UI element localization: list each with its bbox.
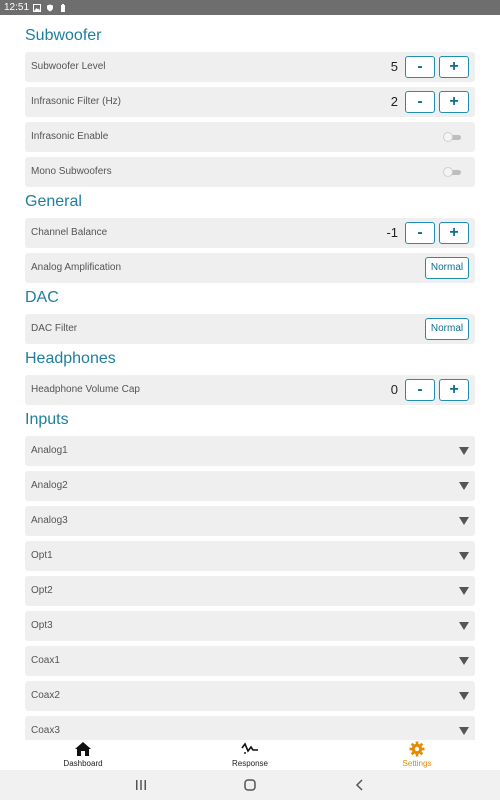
headphone-volume-cap-increase-button[interactable]: + <box>439 379 469 401</box>
subwoofer-level-label: Subwoofer Level <box>31 61 106 72</box>
channel-balance-row: Channel Balance -1 - + <box>25 218 475 248</box>
dropdown-arrow-icon[interactable] <box>459 727 469 735</box>
infrasonic-filter-decrease-button[interactable]: - <box>405 91 435 113</box>
input-label: Coax1 <box>31 655 60 666</box>
infrasonic-enable-label: Infrasonic Enable <box>31 131 109 142</box>
gear-icon <box>409 741 425 757</box>
subwoofer-level-row: Subwoofer Level 5 - + <box>25 52 475 82</box>
battery-icon <box>61 3 66 12</box>
input-row-coax1[interactable]: Coax1 <box>25 646 475 676</box>
headphone-volume-cap-value: 0 <box>390 382 398 397</box>
section-title-headphones: Headphones <box>25 350 116 367</box>
dropdown-arrow-icon[interactable] <box>459 657 469 665</box>
dropdown-arrow-icon[interactable] <box>459 447 469 455</box>
input-label: Coax3 <box>31 725 60 736</box>
dropdown-arrow-icon[interactable] <box>459 692 469 700</box>
infrasonic-filter-row: Infrasonic Filter (Hz) 2 - + <box>25 87 475 117</box>
nav-response-label: Response <box>231 759 269 768</box>
headphone-volume-cap-row: Headphone Volume Cap 0 - + <box>25 375 475 405</box>
dac-filter-label: DAC Filter <box>31 323 78 334</box>
subwoofer-level-decrease-button[interactable]: - <box>405 56 435 78</box>
input-row-coax2[interactable]: Coax2 <box>25 681 475 711</box>
nav-dashboard-label: Dashboard <box>63 759 103 768</box>
mono-subwoofers-toggle[interactable] <box>443 167 463 177</box>
input-row-opt3[interactable]: Opt3 <box>25 611 475 641</box>
infrasonic-filter-increase-button[interactable]: + <box>439 91 469 113</box>
nav-response[interactable]: Response <box>190 740 310 770</box>
infrasonic-enable-row: Infrasonic Enable <box>25 122 475 152</box>
subwoofer-level-value: 5 <box>390 59 398 74</box>
headphone-volume-cap-decrease-button[interactable]: - <box>405 379 435 401</box>
infrasonic-enable-toggle[interactable] <box>443 132 463 142</box>
infrasonic-filter-value: 2 <box>390 94 398 109</box>
toggle-knob <box>443 167 453 177</box>
section-title-inputs: Inputs <box>25 411 69 428</box>
toggle-knob <box>443 132 453 142</box>
analog-amplification-row: Analog Amplification Normal <box>25 253 475 283</box>
dropdown-arrow-icon[interactable] <box>459 622 469 630</box>
input-row-coax3[interactable]: Coax3 <box>25 716 475 740</box>
dropdown-arrow-icon[interactable] <box>459 517 469 525</box>
mono-subwoofers-label: Mono Subwoofers <box>31 166 112 177</box>
bottom-navigation: Dashboard Response Settings <box>0 740 500 770</box>
section-title-dac: DAC <box>25 289 59 306</box>
system-navigation-bar <box>0 770 500 800</box>
input-row-analog1[interactable]: Analog1 <box>25 436 475 466</box>
nav-settings-label: Settings <box>402 759 432 768</box>
status-bar: 12:51 <box>0 0 500 15</box>
analog-amplification-label: Analog Amplification <box>31 262 122 273</box>
channel-balance-increase-button[interactable]: + <box>439 222 469 244</box>
dac-filter-button[interactable]: Normal <box>425 318 469 340</box>
channel-balance-value: -1 <box>386 225 398 240</box>
channel-balance-decrease-button[interactable]: - <box>405 222 435 244</box>
input-row-opt2[interactable]: Opt2 <box>25 576 475 606</box>
image-notification-icon <box>33 3 42 12</box>
recent-apps-icon[interactable] <box>134 778 148 792</box>
waveform-icon <box>241 742 258 754</box>
input-label: Opt1 <box>31 550 53 561</box>
status-time: 12:51 <box>4 2 30 13</box>
nav-dashboard[interactable]: Dashboard <box>23 740 143 770</box>
input-label: Analog3 <box>31 515 68 526</box>
infrasonic-filter-label: Infrasonic Filter (Hz) <box>31 96 122 107</box>
input-row-opt1[interactable]: Opt1 <box>25 541 475 571</box>
home-button-icon[interactable] <box>243 778 257 792</box>
input-row-analog3[interactable]: Analog3 <box>25 506 475 536</box>
mono-subwoofers-row: Mono Subwoofers <box>25 157 475 187</box>
home-icon <box>75 742 91 756</box>
nav-settings[interactable]: Settings <box>357 740 477 770</box>
input-label: Analog1 <box>31 445 68 456</box>
input-label: Opt2 <box>31 585 53 596</box>
input-label: Coax2 <box>31 690 60 701</box>
dropdown-arrow-icon[interactable] <box>459 482 469 490</box>
settings-content[interactable]: Subwoofer Subwoofer Level 5 - + Infrason… <box>0 15 500 740</box>
dac-filter-row: DAC Filter Normal <box>25 314 475 344</box>
dropdown-arrow-icon[interactable] <box>459 587 469 595</box>
subwoofer-level-increase-button[interactable]: + <box>439 56 469 78</box>
dropdown-arrow-icon[interactable] <box>459 552 469 560</box>
input-label: Analog2 <box>31 480 68 491</box>
section-title-general: General <box>25 193 82 210</box>
channel-balance-label: Channel Balance <box>31 227 108 238</box>
input-row-analog2[interactable]: Analog2 <box>25 471 475 501</box>
section-title-subwoofer: Subwoofer <box>25 27 102 44</box>
analog-amplification-button[interactable]: Normal <box>425 257 469 279</box>
shield-icon <box>47 4 54 11</box>
headphone-volume-cap-label: Headphone Volume Cap <box>31 384 140 395</box>
back-icon[interactable] <box>353 778 367 792</box>
input-label: Opt3 <box>31 620 53 631</box>
